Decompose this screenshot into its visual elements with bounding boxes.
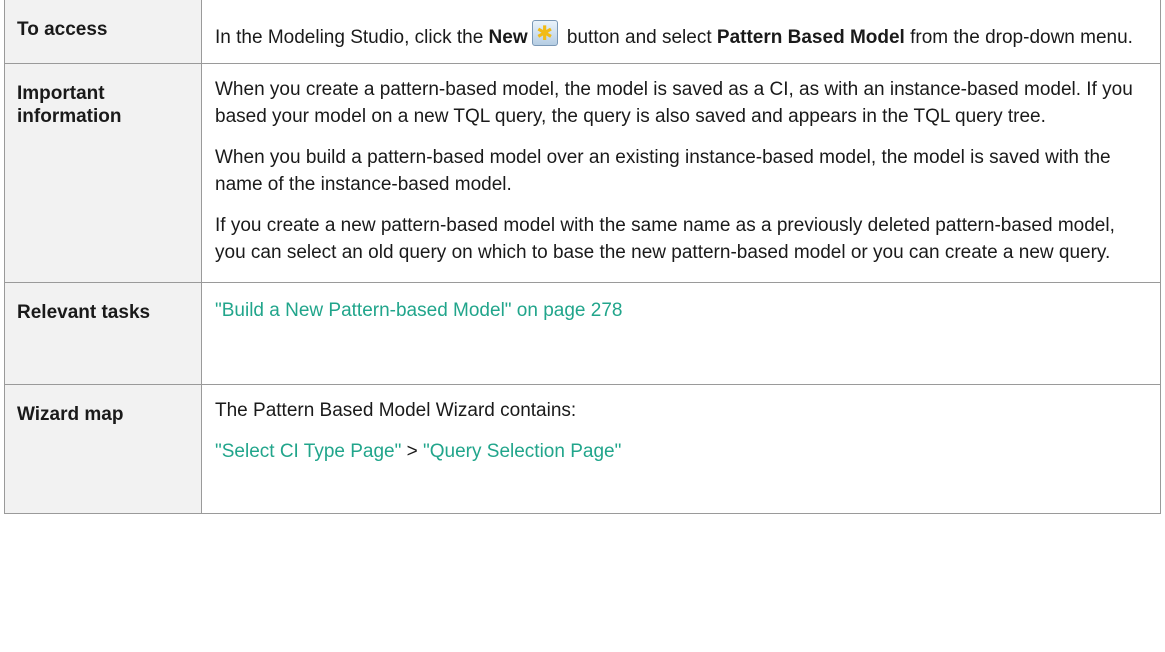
pattern-based-model-label: Pattern Based Model: [716, 27, 905, 48]
row-to-access: To access In the Modeling Studio, click …: [4, 0, 1161, 64]
row-content: "Build a New Pattern-based Model" on pag…: [201, 282, 1161, 385]
step-separator: >: [401, 441, 424, 462]
row-content: In the Modeling Studio, click the New bu…: [201, 0, 1161, 64]
text: from the drop-down menu.: [904, 27, 1133, 48]
row-important-information: Important information When you create a …: [4, 63, 1161, 283]
row-label: Important information: [4, 63, 202, 283]
row-wizard-map: Wizard map The Pattern Based Model Wizar…: [4, 384, 1161, 514]
query-selection-page-link[interactable]: "Query Selection Page": [423, 441, 621, 462]
paragraph: When you build a pattern-based model ove…: [215, 147, 1111, 195]
text: button and select: [561, 27, 717, 48]
select-ci-type-page-link[interactable]: "Select CI Type Page": [215, 441, 401, 462]
new-label: New: [488, 27, 528, 48]
row-label: Wizard map: [4, 384, 202, 514]
text: In the Modeling Studio, click the: [215, 27, 489, 48]
row-content: The Pattern Based Model Wizard contains:…: [201, 384, 1161, 514]
paragraph: If you create a new pattern-based model …: [215, 215, 1115, 263]
new-icon: [531, 20, 558, 46]
build-model-link[interactable]: "Build a New Pattern-based Model" on pag…: [215, 300, 622, 321]
wizard-steps: "Select CI Type Page" > "Query Selection…: [215, 424, 1147, 465]
paragraph: When you create a pattern-based model, t…: [215, 79, 1133, 127]
access-text: In the Modeling Studio, click the New bu…: [215, 0, 1147, 63]
row-content: When you create a pattern-based model, t…: [201, 63, 1161, 283]
row-relevant-tasks: Relevant tasks "Build a New Pattern-base…: [4, 282, 1161, 385]
info-table: To access In the Modeling Studio, click …: [4, 0, 1161, 514]
row-label: Relevant tasks: [4, 282, 202, 385]
row-label: To access: [4, 0, 202, 64]
wizard-intro: The Pattern Based Model Wizard contains:: [215, 400, 577, 421]
